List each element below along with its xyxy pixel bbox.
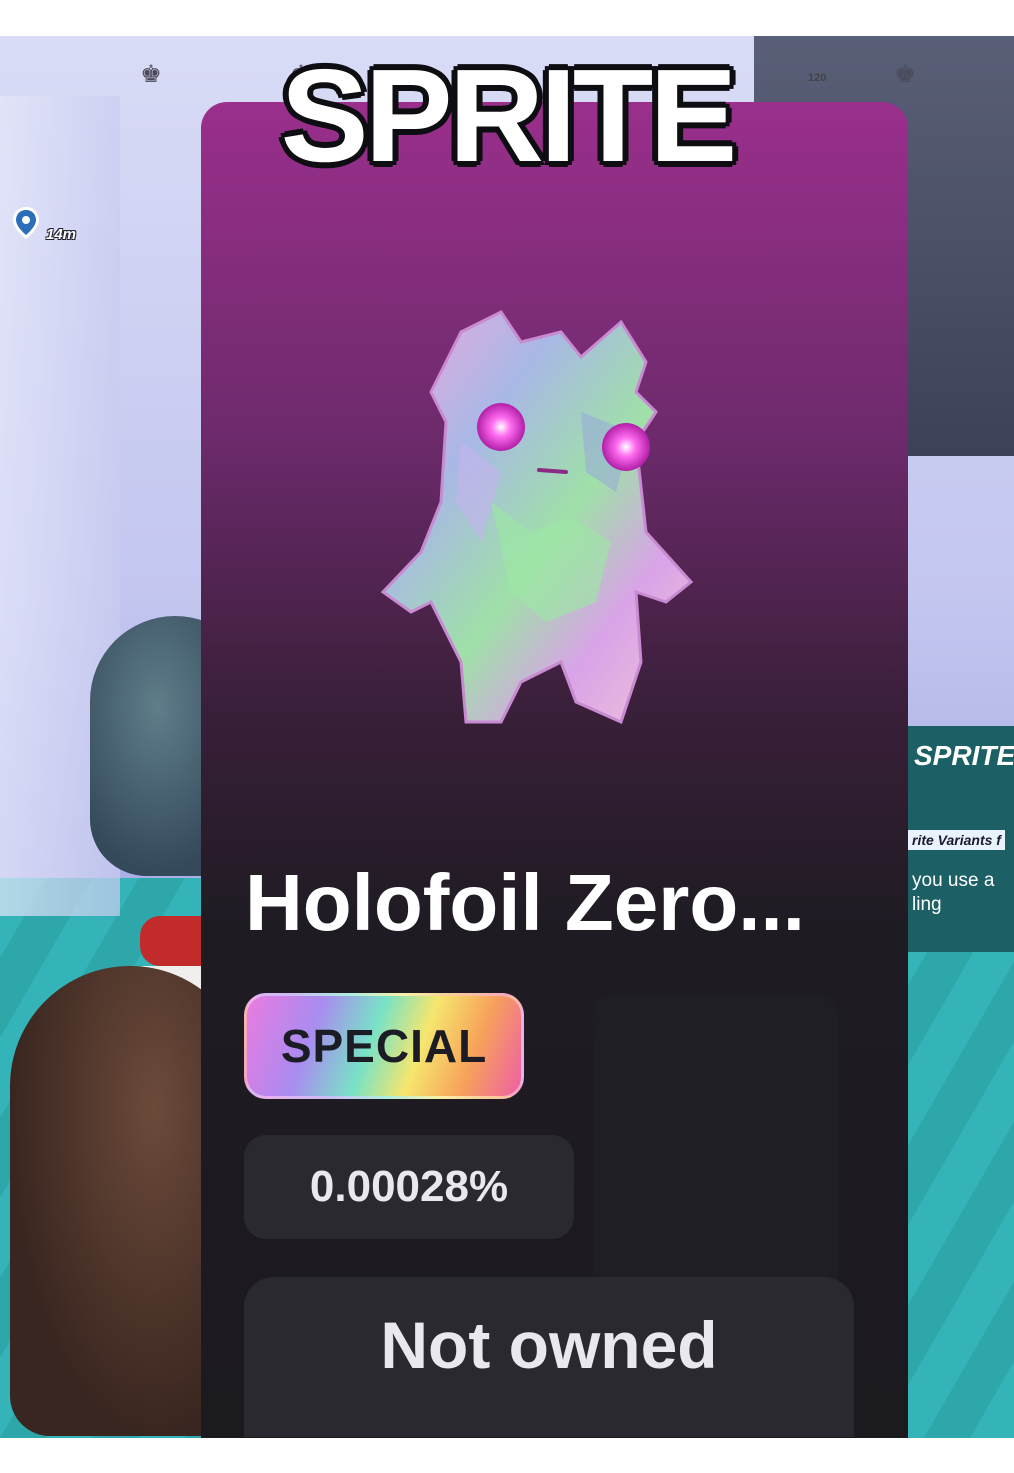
sprite-creature-image — [380, 310, 694, 725]
overlay-caption: SPRITE — [280, 42, 738, 189]
side-panel-title: SPRITE — [914, 740, 1014, 771]
drop-chance-box: 0.00028% — [244, 1135, 574, 1239]
marker-distance: 14m — [46, 226, 77, 243]
side-panel-line2: ling — [912, 894, 942, 915]
side-panel-subtitle: rite Variants f — [908, 830, 1005, 850]
item-name: Holofoil Zero... — [245, 858, 805, 947]
ownership-label: Not owned — [380, 1308, 718, 1382]
rarity-label: SPECIAL — [280, 1020, 488, 1072]
sprite-detail-card: Holofoil Zero... SPECIAL 0.00028% Not ow… — [201, 102, 908, 1438]
drop-chance-value: 0.00028% — [309, 1162, 509, 1211]
side-info-panel: SPRITE rite Variants f you use a ling — [908, 726, 1014, 952]
rarity-badge: SPECIAL — [244, 993, 524, 1099]
side-panel-line1: you use a — [912, 870, 995, 891]
map-pin-icon — [13, 207, 39, 239]
ownership-button[interactable]: Not owned — [244, 1277, 854, 1437]
bottom-margin — [0, 1438, 1014, 1473]
